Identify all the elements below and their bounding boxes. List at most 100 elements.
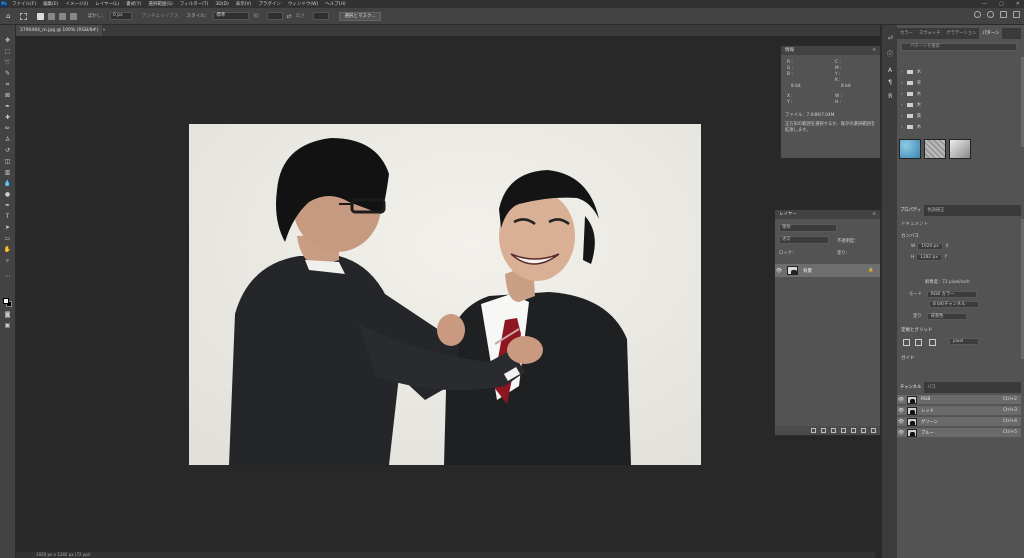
- menu-file[interactable]: ファイル(F): [12, 1, 36, 7]
- add-mask-icon[interactable]: [831, 428, 836, 433]
- dodge-tool-icon[interactable]: ●: [3, 191, 12, 199]
- select-and-mask-button[interactable]: 選択とマスク...: [339, 11, 381, 21]
- gradient-tool-icon[interactable]: ▥: [3, 169, 12, 177]
- tab-color[interactable]: カラー: [897, 28, 916, 39]
- blend-mode-select[interactable]: 通常: [779, 236, 829, 244]
- menu-image[interactable]: イメージ(I): [65, 1, 88, 7]
- layer-name[interactable]: 背景: [803, 268, 812, 274]
- pattern-folder[interactable]: › 木: [901, 102, 921, 108]
- lasso-tool-icon[interactable]: ➰: [3, 59, 12, 67]
- menu-window[interactable]: ウィンドウ(W): [288, 1, 318, 7]
- canvas-width-input[interactable]: 1920 px: [917, 243, 943, 250]
- antialias-checkbox[interactable]: アンチエイリアス: [142, 13, 179, 19]
- hand-tool-icon[interactable]: ✋: [3, 246, 12, 254]
- subtract-selection-icon[interactable]: [59, 12, 67, 20]
- type-tool-icon[interactable]: T: [3, 213, 12, 221]
- close-window-button[interactable]: ✕: [1016, 0, 1020, 8]
- visibility-eye-icon[interactable]: 👁: [897, 419, 905, 425]
- bit-depth-select[interactable]: 8 bit/チャンネル: [929, 301, 979, 308]
- document-tab[interactable]: 2790464_m.jpg @ 100% (RGB/8#) ×: [16, 25, 106, 36]
- clone-stamp-tool-icon[interactable]: ♙: [3, 136, 12, 144]
- quick-mask-icon[interactable]: ◙: [3, 311, 12, 319]
- layer-row-background[interactable]: 👁 背景 🔒: [775, 264, 880, 277]
- tab-swatches[interactable]: スウォッチ: [916, 28, 943, 39]
- screen-mode-icon[interactable]: ▣: [3, 322, 12, 330]
- menu-select[interactable]: 選択範囲(S): [148, 1, 172, 7]
- menu-layer[interactable]: レイヤー(L): [95, 1, 119, 7]
- tab-patterns[interactable]: パターン: [979, 28, 1003, 39]
- maximize-button[interactable]: ▢: [999, 0, 1004, 8]
- tab-adjustments[interactable]: 色調補正: [924, 205, 947, 216]
- tab-paths[interactable]: パス: [924, 382, 939, 393]
- rulers-section-header[interactable]: 定規とグリッド: [901, 327, 933, 333]
- channel-row[interactable]: 👁 レッド Ctrl+3: [897, 406, 1021, 416]
- ruler-icon[interactable]: [903, 339, 910, 346]
- pattern-search-input[interactable]: パターンを検索: [901, 43, 1017, 51]
- zoom-tool-icon[interactable]: ⌕: [3, 257, 12, 265]
- new-layer-icon[interactable]: [861, 428, 866, 433]
- layers-panel-header[interactable]: レイヤー ≡: [775, 210, 880, 219]
- crop-tool-icon[interactable]: ⌗: [3, 81, 12, 89]
- pattern-swatch-metal[interactable]: [949, 139, 971, 159]
- tab-gradients[interactable]: グラデーション: [943, 28, 979, 39]
- canvas-height-input[interactable]: 1282 px: [916, 254, 942, 261]
- panel-menu-icon[interactable]: ≡: [872, 46, 876, 55]
- visibility-eye-icon[interactable]: 👁: [775, 268, 783, 274]
- units-select[interactable]: pixel: [949, 338, 979, 345]
- swap-icon[interactable]: ⇄: [287, 13, 292, 20]
- menu-plugins[interactable]: プラグイン: [258, 1, 281, 7]
- new-group-icon[interactable]: [851, 428, 856, 433]
- visibility-eye-icon[interactable]: 👁: [897, 430, 905, 436]
- panel-menu-icon[interactable]: ≡: [872, 210, 876, 219]
- history-panel-icon[interactable]: ⏎: [886, 35, 894, 43]
- fill-select[interactable]: 背景色: [926, 313, 967, 320]
- canvas-section-header[interactable]: カンバス: [901, 233, 919, 239]
- marquee-preset-icon[interactable]: [20, 12, 28, 20]
- intersect-selection-icon[interactable]: [70, 12, 78, 20]
- fx-icon[interactable]: [821, 428, 826, 433]
- info-panel-icon[interactable]: ⓘ: [886, 51, 894, 59]
- tab-channels[interactable]: チャンネル: [897, 382, 925, 393]
- tab-properties[interactable]: プロパティ: [897, 205, 925, 216]
- glyphs-panel-icon[interactable]: Я: [886, 93, 894, 101]
- pattern-folder[interactable]: › 木: [901, 91, 921, 97]
- pattern-swatch-gray[interactable]: [924, 139, 946, 159]
- rect-marquee-tool-icon[interactable]: ⬚: [3, 48, 12, 56]
- export-icon[interactable]: [1013, 11, 1020, 18]
- path-select-tool-icon[interactable]: ➤: [3, 224, 12, 232]
- delete-layer-icon[interactable]: [871, 428, 876, 433]
- grid-icon[interactable]: [915, 339, 922, 346]
- eyedropper-tool-icon[interactable]: ✒: [3, 103, 12, 111]
- history-brush-tool-icon[interactable]: ↺: [3, 147, 12, 155]
- info-panel-header[interactable]: 情報 ≡: [781, 46, 880, 55]
- style-select[interactable]: 標準: [213, 12, 250, 20]
- pattern-folder[interactable]: › 葉: [901, 113, 921, 119]
- feather-input[interactable]: 0 px: [109, 12, 132, 20]
- pattern-swatch-water[interactable]: [899, 139, 921, 159]
- frame-tool-icon[interactable]: ⊠: [3, 92, 12, 100]
- channel-row[interactable]: 👁 RGB Ctrl+2: [897, 395, 1021, 405]
- character-panel-icon[interactable]: A: [886, 67, 894, 75]
- close-tab-button[interactable]: ×: [102, 28, 106, 33]
- share-icon[interactable]: [974, 11, 981, 18]
- brush-tool-icon[interactable]: ✏: [3, 125, 12, 133]
- mode-select[interactable]: RGB カラー: [926, 291, 977, 298]
- menu-view[interactable]: 表示(V): [236, 1, 252, 7]
- visibility-eye-icon[interactable]: 👁: [897, 397, 905, 403]
- menu-type[interactable]: 書式(Y): [126, 1, 141, 7]
- adjustment-layer-icon[interactable]: [841, 428, 846, 433]
- move-tool-icon[interactable]: ✥: [3, 37, 12, 45]
- search-icon[interactable]: [987, 11, 994, 18]
- menu-3d[interactable]: 3D(D): [215, 2, 228, 7]
- guide-icon[interactable]: [929, 339, 936, 346]
- channel-row[interactable]: 👁 グリーン Ctrl+4: [897, 417, 1021, 427]
- link-layers-icon[interactable]: [811, 428, 816, 433]
- new-selection-icon[interactable]: [37, 12, 45, 20]
- minimize-button[interactable]: —: [982, 0, 987, 8]
- blur-tool-icon[interactable]: 💧: [3, 180, 12, 188]
- paragraph-panel-icon[interactable]: ¶: [886, 79, 894, 87]
- workspace-icon[interactable]: [1000, 11, 1007, 18]
- channel-row[interactable]: 👁 ブルー Ctrl+5: [897, 428, 1021, 438]
- layer-kind-filter[interactable]: 種類: [779, 224, 837, 232]
- pattern-folder[interactable]: › 木: [901, 124, 921, 130]
